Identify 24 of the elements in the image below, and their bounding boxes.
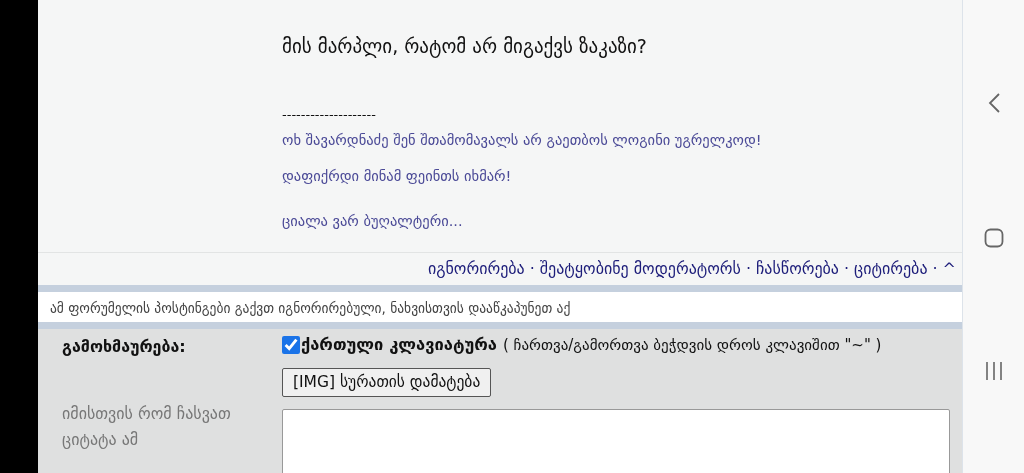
post-action-link[interactable]: ჩასწორება [756, 257, 839, 281]
separator-dot: · [843, 258, 850, 280]
signature-divider: -------------------- [282, 106, 377, 123]
ignored-notice-link[interactable]: ამ ფორუმელის პოსტინგები გაქვთ იგნორირებული, ნახვისთვის დააწკაპუნეთ აქ [38, 292, 962, 322]
separator-dot: · [745, 258, 751, 280]
home-icon[interactable] [983, 227, 1004, 248]
checkbox-label: ქართული კლავიატურა [301, 334, 497, 356]
add-image-button[interactable]: [IMG] სურათის დამატება [282, 367, 492, 397]
field-label: გამოხმაურება: [62, 336, 187, 358]
separator-dot: · [932, 258, 938, 280]
post-message: მის მარპლი, რატომ არ მიგაქვს ზაკაზი? [282, 34, 648, 60]
signature-line: დაფიქრდი მინამ ფეინთს იხმარ! [282, 168, 513, 186]
keyboard-hint: ( ჩართვა/გამორთვა ბეჭდვის დროს კლავიშით "~" ) [502, 335, 882, 357]
post-action-link[interactable]: ^ [942, 257, 956, 281]
post-action-link[interactable]: ციტირება [854, 257, 928, 281]
keyboard-checkbox[interactable] [282, 336, 300, 355]
post-action-link[interactable]: იგნორირება [427, 257, 525, 281]
back-icon[interactable] [986, 92, 1001, 114]
signature-line: ოხ შავარდნაძე შენ შთამომავალს არ გაეთბოს ლოგინი უგრელკოდ! [282, 132, 762, 150]
post-action-link[interactable]: შეატყობინე მოდერატორს [539, 257, 741, 281]
signature-line: ციალა ვარ ბუღალტერი... [282, 212, 464, 231]
quote-hint: იმისთვის რომ ჩასვათ ციტატა ამ [62, 403, 232, 452]
separator-dot: · [529, 258, 535, 280]
recent-apps-icon[interactable] [983, 361, 1004, 381]
